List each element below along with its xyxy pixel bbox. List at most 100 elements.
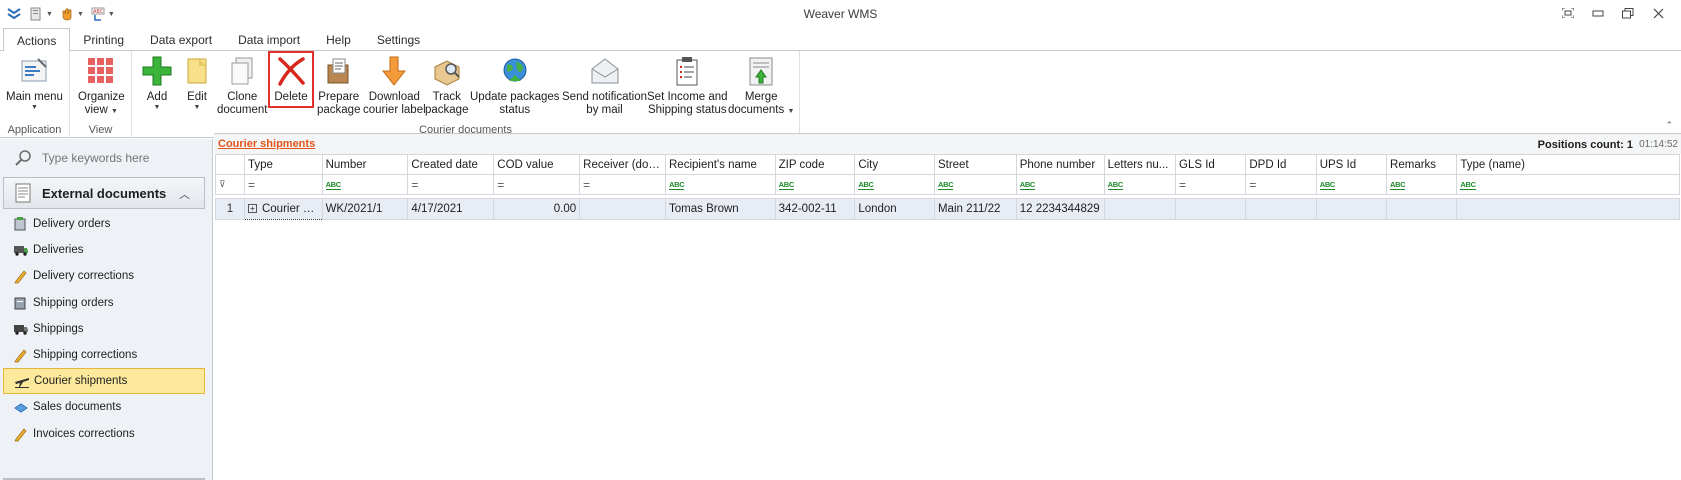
fullscreen-button[interactable] [1559, 4, 1577, 22]
table-header-row: Type Number Created date COD value Recei… [215, 154, 1680, 175]
organize-view-button[interactable]: Organize view ▼ [78, 53, 125, 117]
minimize-button[interactable] [1589, 4, 1607, 22]
update-label-1: Update packages [470, 91, 560, 103]
merge-documents-button[interactable]: Merge documents ▼ [728, 53, 794, 117]
column-header-letters-number[interactable]: Letters nu... [1103, 154, 1177, 175]
nav-item-shipping-orders[interactable]: Shipping orders [3, 290, 205, 316]
cell-recipient-name[interactable]: Tomas Brown [665, 198, 776, 220]
column-header-ups-id[interactable]: UPS Id [1315, 154, 1388, 175]
cell-phone-number[interactable]: 12 2234344829 [1015, 198, 1105, 220]
nav-item-sales-documents[interactable]: Sales documents [3, 394, 205, 420]
cell-street[interactable]: Main 211/22 [933, 198, 1017, 220]
tab-actions[interactable]: Actions [3, 28, 71, 52]
download-courier-label-button[interactable]: Download courier label [363, 53, 426, 117]
update-packages-status-button[interactable]: Update packages status [470, 53, 560, 117]
filter-cell-letters-number[interactable]: ABC [1103, 174, 1177, 195]
text-filter-icon: ABC [1319, 180, 1336, 190]
nav-group-external-documents[interactable]: External documents ︿ [3, 177, 205, 209]
delete-button[interactable]: Delete [268, 51, 314, 108]
main-menu-button[interactable]: Main menu ▼ [6, 53, 63, 112]
filter-cell-created-date[interactable]: = [407, 174, 495, 195]
filter-cell-ups-id[interactable]: ABC [1315, 174, 1388, 195]
filter-cell-city[interactable]: ABC [854, 174, 935, 195]
prepare-package-button[interactable]: Prepare package [317, 53, 360, 117]
grid-header-bar: Courier shipments Positions count: 1 01:… [214, 134, 1681, 154]
column-header-cod-value[interactable]: COD value [493, 154, 581, 175]
filter-cell-gls-id[interactable]: = [1175, 174, 1247, 195]
filter-cell-receiver[interactable]: = [579, 174, 666, 195]
collapse-ribbon-button[interactable]: ⌃ [1665, 120, 1673, 131]
column-header-recipient-name[interactable]: Recipient's name [665, 154, 776, 175]
column-header-street[interactable]: Street [933, 154, 1017, 175]
close-button[interactable] [1649, 4, 1667, 22]
column-header-number[interactable]: Number [321, 154, 409, 175]
grid-title[interactable]: Courier shipments [218, 138, 315, 150]
nav-item-delivery-orders[interactable]: Delivery orders [3, 211, 205, 237]
cell-gls-id[interactable] [1175, 198, 1247, 220]
cell-number[interactable]: WK/2021/1 [321, 198, 409, 220]
row-indicator-header [215, 154, 245, 175]
tab-settings[interactable]: Settings [364, 28, 433, 51]
nav-item-invoices-corrections[interactable]: Invoices corrections [3, 421, 205, 447]
pencil-icon [14, 428, 27, 441]
filter-cell-zip-code[interactable]: ABC [774, 174, 856, 195]
cell-zip-code[interactable]: 342-002-11 [774, 198, 856, 220]
column-header-dpd-id[interactable]: DPD Id [1245, 154, 1317, 175]
cell-receiver[interactable] [579, 198, 666, 220]
add-button[interactable]: Add ▼ [140, 53, 174, 112]
column-header-receiver[interactable]: Receiver (docu... [579, 154, 666, 175]
tab-data-import[interactable]: Data import [225, 28, 313, 51]
column-header-phone-number[interactable]: Phone number [1015, 154, 1105, 175]
cell-letters-number[interactable] [1103, 198, 1177, 220]
clone-document-button[interactable]: Clone document [217, 53, 268, 117]
set-income-shipping-status-button[interactable]: Set Income and Shipping status [647, 53, 728, 117]
filter-cell-number[interactable]: ABC [321, 174, 409, 195]
column-header-gls-id[interactable]: GLS Id [1175, 154, 1247, 175]
navigation-pane: External documents ︿ Delivery orders Del… [0, 139, 213, 480]
tab-data-export[interactable]: Data export [137, 28, 225, 51]
cell-created-date[interactable]: 4/17/2021 [407, 198, 495, 220]
filter-cell-dpd-id[interactable]: = [1245, 174, 1317, 195]
cell-type-name[interactable] [1456, 198, 1680, 220]
expand-plus-icon[interactable]: + [247, 204, 257, 214]
track-label-1: Track [432, 91, 461, 103]
filter-cell-type[interactable]: = [243, 174, 323, 195]
filter-cell-recipient-name[interactable]: ABC [665, 174, 776, 195]
text-filter-icon: ABC [1390, 180, 1406, 190]
send-notification-button[interactable]: Send notification by mail [562, 53, 647, 117]
table-row[interactable]: 1 + Courier do... WK/2021/1 4/17/2021 0.0… [215, 198, 1680, 220]
cell-remarks[interactable] [1386, 198, 1458, 220]
cell-dpd-id[interactable] [1245, 198, 1317, 220]
filter-cell-type-name[interactable]: ABC [1456, 174, 1680, 195]
cell-cod-value[interactable]: 0.00 [493, 198, 581, 220]
chevron-down-icon: ▼ [193, 104, 201, 111]
filter-cell-phone-number[interactable]: ABC [1015, 174, 1105, 195]
filter-cell-cod-value[interactable]: = [493, 174, 581, 195]
cell-ups-id[interactable] [1315, 198, 1388, 220]
filter-cell-street[interactable]: ABC [933, 174, 1017, 195]
edit-button[interactable]: Edit ▼ [180, 53, 214, 112]
column-header-zip-code[interactable]: ZIP code [774, 154, 856, 175]
nav-item-label: Delivery corrections [33, 270, 134, 283]
nav-item-deliveries[interactable]: Deliveries [3, 237, 205, 263]
nav-item-delivery-corrections[interactable]: Delivery corrections [3, 263, 205, 289]
column-header-created-date[interactable]: Created date [407, 154, 495, 175]
search-input[interactable] [42, 151, 202, 165]
nav-item-shippings[interactable]: Shippings [3, 316, 205, 342]
tab-printing[interactable]: Printing [70, 28, 137, 51]
column-header-remarks[interactable]: Remarks [1386, 154, 1458, 175]
column-header-type[interactable]: Type [243, 154, 323, 175]
cell-city[interactable]: London [854, 198, 935, 220]
ribbon: Main menu ▼ Application Organize view ▼ … [0, 51, 1681, 138]
nav-item-shipping-corrections[interactable]: Shipping corrections [3, 342, 205, 368]
tab-help[interactable]: Help [313, 28, 364, 51]
nav-item-courier-shipments[interactable]: Courier shipments [3, 368, 205, 395]
restore-button[interactable] [1619, 4, 1637, 22]
column-header-city[interactable]: City [854, 154, 935, 175]
track-package-button[interactable]: Track package [425, 53, 468, 117]
column-header-type-name[interactable]: Type (name) [1456, 154, 1680, 175]
nav-item-label: Invoices corrections [33, 427, 135, 440]
cell-type[interactable]: + Courier do... [243, 198, 323, 220]
refresh-time: 01:14:52 [1639, 139, 1678, 150]
filter-cell-remarks[interactable]: ABC [1386, 174, 1458, 195]
